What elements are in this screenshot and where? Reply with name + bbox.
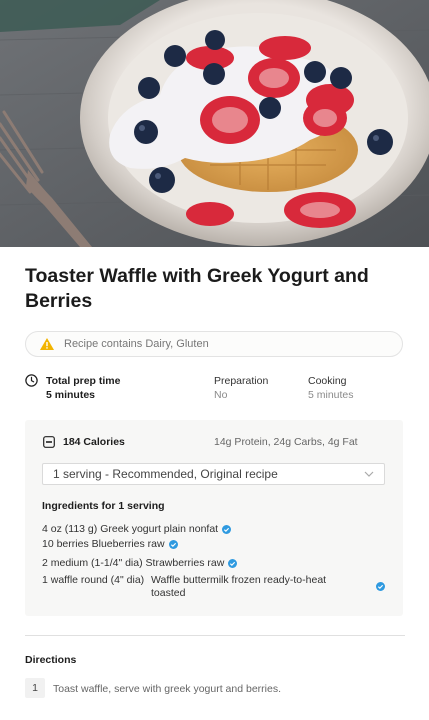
total-prep-label: Total prep time	[46, 375, 121, 387]
allergy-text: Recipe contains Dairy, Gluten	[64, 338, 209, 350]
cooking-value: 5 minutes	[308, 389, 354, 401]
preparation-value: No	[214, 389, 228, 401]
recipe-hero-image	[0, 0, 429, 247]
verified-check-icon	[228, 559, 238, 568]
ingredient-row: 4 oz (113 g) Greek yogurt plain nonfat	[42, 523, 232, 536]
verified-check-icon	[168, 540, 178, 549]
ingredient-name[interactable]: Greek yogurt plain nonfat	[100, 523, 218, 535]
ingredient-amount: 2 medium (1-1/4" dia)	[42, 557, 143, 569]
calories-icon	[43, 436, 55, 448]
serving-select[interactable]: 1 serving - Recommended, Original recipe	[42, 463, 385, 485]
verified-check-icon	[222, 525, 232, 534]
chevron-down-icon	[364, 471, 374, 477]
ingredient-row: 2 medium (1-1/4" dia) Strawberries raw	[42, 557, 238, 570]
ingredient-amount: 10 berries	[42, 538, 89, 550]
cooking-label: Cooking	[308, 375, 347, 387]
macros-summary: 14g Protein, 24g Carbs, 4g Fat	[214, 436, 358, 448]
recipe-title: Toaster Waffle with Greek Yogurt and Ber…	[25, 265, 369, 312]
warning-icon	[40, 338, 54, 350]
verified-check-icon	[376, 582, 385, 591]
allergy-notice: Recipe contains Dairy, Gluten	[25, 331, 403, 357]
ingredients-heading: Ingredients for 1 serving	[42, 500, 165, 512]
ingredient-name[interactable]: Waffle buttermilk frozen ready-to-heat t…	[151, 574, 351, 600]
total-prep-value: 5 minutes	[46, 389, 96, 401]
directions-heading: Directions	[25, 654, 77, 666]
clock-icon	[25, 374, 38, 387]
calories-value: 184 Calories	[63, 436, 125, 448]
step-number-badge: 1	[25, 678, 45, 698]
ingredient-row: 10 berries Blueberries raw	[42, 538, 178, 551]
nutrition-card: 184 Calories 14g Protein, 24g Carbs, 4g …	[25, 420, 403, 616]
ingredient-name[interactable]: Strawberries raw	[146, 557, 225, 569]
preparation-label: Preparation	[214, 375, 269, 387]
ingredient-name[interactable]: Blueberries raw	[92, 538, 165, 550]
prep-time-section: Total prep time 5 minutes Preparation No…	[25, 374, 405, 404]
section-divider	[25, 635, 405, 636]
serving-selected-value: 1 serving - Recommended, Original recipe	[53, 467, 278, 481]
ingredient-amount: 1 waffle round (4" dia)	[42, 574, 145, 586]
ingredient-amount: 4 oz (113 g)	[42, 523, 98, 535]
step-text: Toast waffle, serve with greek yogurt an…	[53, 683, 282, 695]
